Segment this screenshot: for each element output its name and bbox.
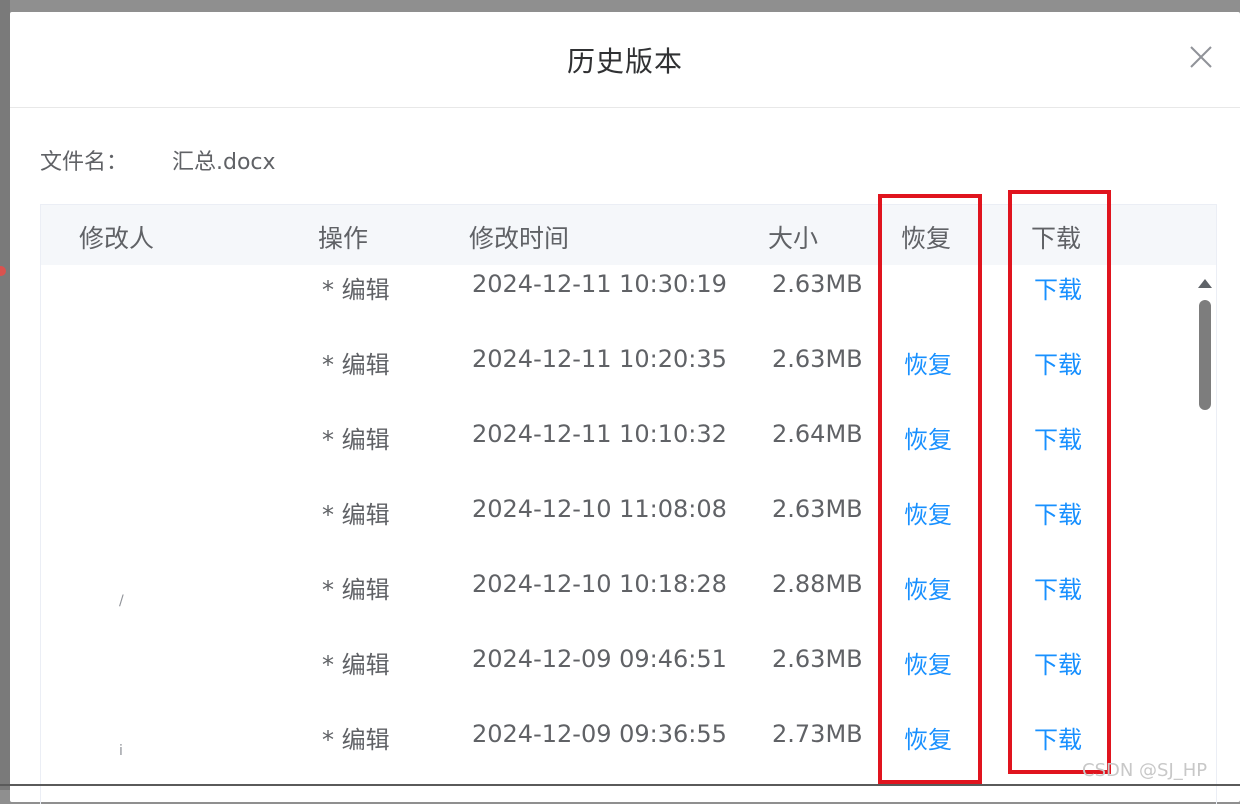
- column-header-download[interactable]: 下载: [1031, 219, 1081, 255]
- file-name-label: 文件名：: [40, 150, 129, 175]
- vertical-scrollbar-thumb[interactable]: [1199, 300, 1211, 410]
- column-header-restore[interactable]: 恢复: [901, 219, 951, 255]
- table-header: 修改人 操作 修改时间 大小 恢复 下载: [41, 205, 1216, 265]
- backdrop-overlay: [0, 0, 10, 790]
- cell-modifier: i: [119, 743, 123, 759]
- close-button[interactable]: [1186, 42, 1216, 72]
- column-header-action[interactable]: 操作: [318, 219, 368, 255]
- column-header-time[interactable]: 修改时间: [469, 219, 569, 255]
- download-link[interactable]: 下载: [1034, 495, 1082, 530]
- download-link[interactable]: 下载: [1034, 345, 1082, 380]
- dialog-title: 历史版本: [566, 45, 683, 78]
- table-row: * 编辑 2024-12-11 10:20:35 2.63MB 恢复 下载: [41, 340, 1191, 415]
- download-link[interactable]: 下载: [1034, 570, 1082, 605]
- window-bottom-edge: [0, 784, 1240, 786]
- cell-modifier: /: [119, 593, 124, 609]
- cell-action: * 编辑: [322, 651, 390, 679]
- table-row: i * 编辑 2024-12-09 09:36:55 2.73MB 恢复 下载: [41, 715, 1191, 790]
- restore-link[interactable]: 恢复: [904, 645, 952, 680]
- column-header-modifier[interactable]: 修改人: [79, 219, 154, 255]
- cell-time: 2024-12-09 09:36:55: [472, 720, 727, 748]
- cell-time: 2024-12-09 09:46:51: [472, 645, 727, 673]
- cell-action: * 编辑: [322, 726, 390, 754]
- cell-action: * 编辑: [322, 501, 390, 529]
- cell-action: * 编辑: [322, 276, 390, 304]
- cell-time: 2024-12-10 10:18:28: [472, 570, 727, 598]
- scroll-up-arrow-icon[interactable]: [1198, 279, 1212, 288]
- cell-time: 2024-12-11 10:10:32: [472, 420, 727, 448]
- watermark: CSDN @SJ_HP: [1082, 760, 1208, 781]
- cell-size: 2.63MB: [772, 345, 863, 373]
- file-name-value: 汇总.docx: [172, 150, 276, 175]
- cell-action: * 编辑: [322, 426, 390, 454]
- cell-size: 2.73MB: [772, 720, 863, 748]
- table-row: * 编辑 2024-12-09 09:46:51 2.63MB 恢复 下载: [41, 640, 1191, 715]
- table-row: * 编辑 2024-12-11 10:10:32 2.64MB 恢复 下载: [41, 415, 1191, 490]
- cell-size: 2.63MB: [772, 270, 863, 298]
- cell-time: 2024-12-11 10:30:19: [472, 270, 727, 298]
- restore-link[interactable]: 恢复: [904, 420, 952, 455]
- version-table: 修改人 操作 修改时间 大小 恢复 下载 * 编辑 2024-12-11 10:…: [40, 204, 1217, 804]
- download-link[interactable]: 下载: [1034, 645, 1082, 680]
- download-link[interactable]: 下载: [1034, 420, 1082, 455]
- cell-time: 2024-12-11 10:20:35: [472, 345, 727, 373]
- restore-link[interactable]: 恢复: [904, 570, 952, 605]
- table-row: * 编辑 2024-12-10 11:08:08 2.63MB 恢复 下载: [41, 490, 1191, 565]
- download-link[interactable]: 下载: [1034, 720, 1082, 755]
- cell-size: 2.88MB: [772, 570, 863, 598]
- table-row: / * 编辑 2024-12-10 10:18:28 2.88MB 恢复 下载: [41, 565, 1191, 640]
- cell-size: 2.63MB: [772, 645, 863, 673]
- dialog-header: 历史版本: [10, 12, 1240, 108]
- cell-time: 2024-12-10 11:08:08: [472, 495, 727, 523]
- download-link[interactable]: 下载: [1034, 270, 1082, 305]
- close-icon: [1190, 46, 1212, 68]
- cell-size: 2.63MB: [772, 495, 863, 523]
- column-header-size[interactable]: 大小: [768, 219, 818, 255]
- restore-link[interactable]: 恢复: [904, 720, 952, 755]
- history-dialog: 历史版本 文件名： 汇总.docx 修改人 操作 修改时间 大小 恢复 下载 *…: [10, 12, 1240, 804]
- cell-action: * 编辑: [322, 351, 390, 379]
- cell-action: * 编辑: [322, 576, 390, 604]
- cell-size: 2.64MB: [772, 420, 863, 448]
- table-row: * 编辑 2024-12-11 10:30:19 2.63MB 下载: [41, 265, 1191, 340]
- restore-link[interactable]: 恢复: [904, 345, 952, 380]
- restore-link[interactable]: 恢复: [904, 495, 952, 530]
